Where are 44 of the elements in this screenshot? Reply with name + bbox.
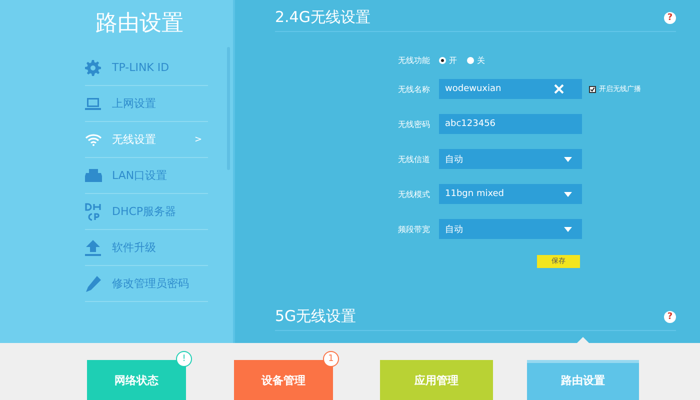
menu-item[interactable]: 无线设置 > <box>85 122 208 158</box>
dropdown[interactable]: 自动 <box>439 149 582 169</box>
pencil-icon <box>85 276 101 292</box>
wifi-icon <box>85 133 102 146</box>
dropdown[interactable]: 11bgn mixed <box>439 184 582 204</box>
menu-item[interactable]: LAN口设置 <box>85 158 208 194</box>
nav-tab[interactable]: 应用管理 <box>380 360 493 400</box>
notification-badge: 1 <box>323 351 339 367</box>
radio-option[interactable]: 开 <box>439 54 457 66</box>
section-title: 5G无线设置 <box>275 307 356 326</box>
radio-option[interactable]: 关 <box>467 54 485 66</box>
clear-icon[interactable] <box>554 84 564 94</box>
dhcp-icon <box>85 202 101 220</box>
field-label: 无线名称 <box>397 84 431 94</box>
help-icon[interactable]: ? <box>664 310 676 322</box>
field-label: 频段带宽 <box>397 224 431 234</box>
section-title: 2.4G无线设置 <box>275 8 370 27</box>
menu-item[interactable]: 上网设置 <box>85 86 208 122</box>
input-field[interactable]: wodewuxian <box>439 79 582 99</box>
menu-item[interactable]: TP-LINK ID <box>85 50 208 86</box>
sidebar-title: 路由设置 <box>94 10 184 38</box>
laptop-icon <box>85 98 101 110</box>
printer-icon <box>85 169 102 182</box>
caret-icon <box>564 192 572 196</box>
field-label: 无线功能 <box>397 54 431 66</box>
gear-icon <box>85 60 101 76</box>
menu-item[interactable]: 软件升级 <box>85 230 208 266</box>
field-label: 无线模式 <box>397 188 431 200</box>
field-label: 无线密码 <box>397 118 431 130</box>
menu-item[interactable]: DHCP服务器 <box>85 194 208 230</box>
nav-tab[interactable]: 网络状态 <box>87 360 186 400</box>
upload-icon <box>85 240 101 256</box>
dropdown[interactable]: 自动 <box>439 219 582 239</box>
check-icon <box>590 86 595 92</box>
nav-tab[interactable]: 路由设置 <box>527 360 639 400</box>
help-icon[interactable]: ? <box>664 12 676 24</box>
caret-icon <box>564 226 572 232</box>
caret-icon <box>564 156 572 162</box>
chevron-icon: > <box>194 134 202 144</box>
nav-tab[interactable]: 设备管理 <box>234 360 333 400</box>
notification-badge: ! <box>176 351 192 367</box>
field-label: 无线信道 <box>397 154 431 164</box>
menu-item[interactable]: 修改管理员密码 <box>85 266 208 302</box>
input-field[interactable]: abc123456 <box>439 114 582 134</box>
